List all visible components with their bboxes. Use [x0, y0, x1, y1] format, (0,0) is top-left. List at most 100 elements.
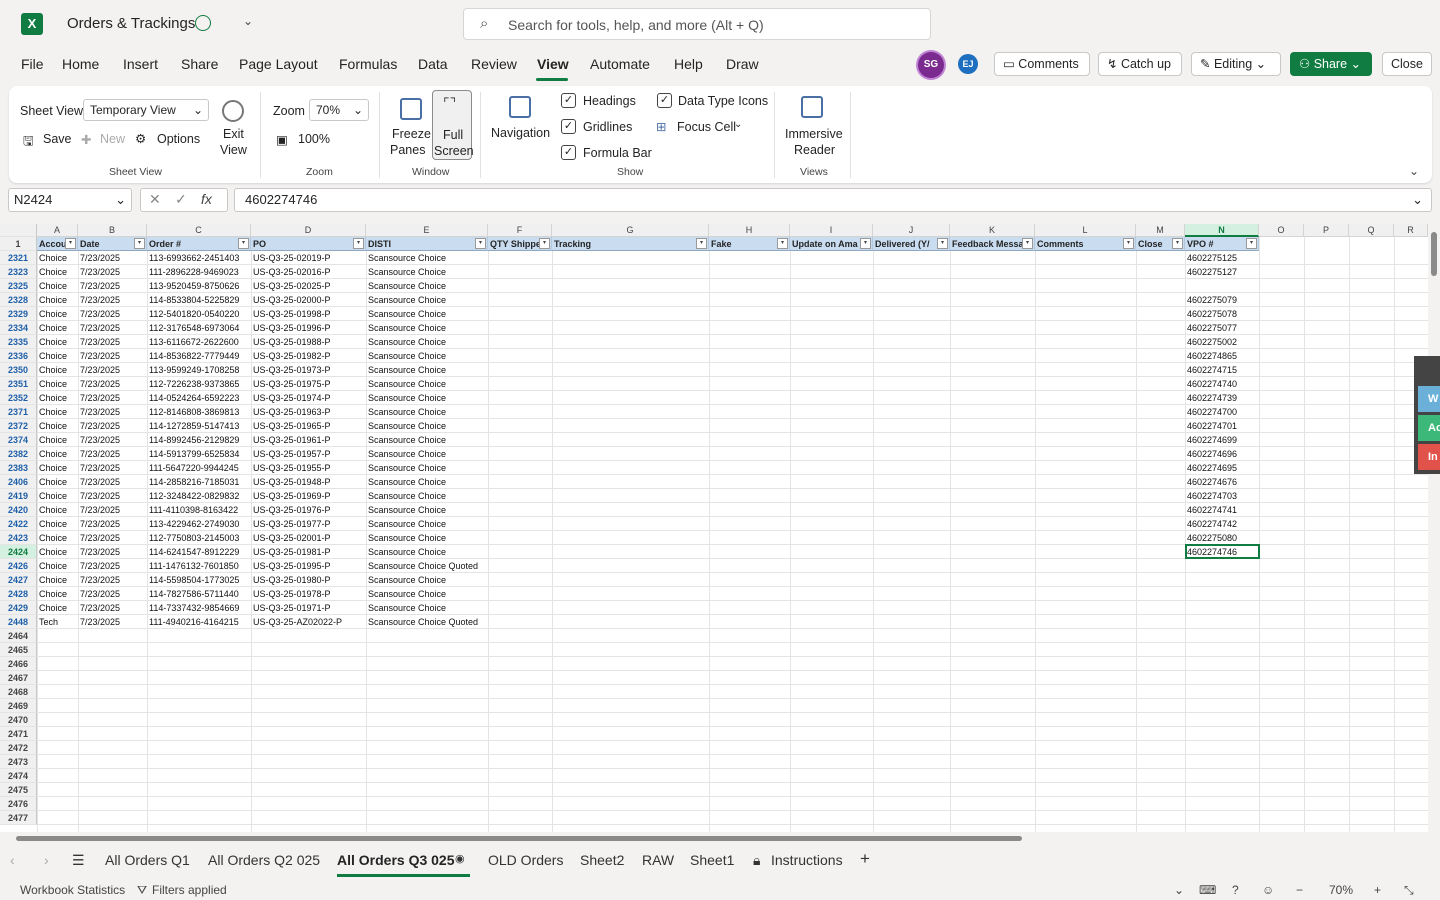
table-cell[interactable]: 7/23/2025 — [78, 517, 147, 531]
row-header[interactable]: 1 — [0, 237, 37, 251]
table-cell[interactable]: Choice — [37, 265, 78, 279]
table-cell[interactable]: 7/23/2025 — [78, 475, 147, 489]
table-cell[interactable]: US-Q3-25-01948-P — [251, 475, 366, 489]
table-cell[interactable]: 7/23/2025 — [78, 601, 147, 615]
table-cell[interactable]: 7/23/2025 — [78, 559, 147, 573]
row-header[interactable]: 2477 — [0, 811, 37, 825]
row-header[interactable]: 2328 — [0, 293, 37, 307]
table-cell[interactable]: 113-9520459-8750626 — [147, 279, 251, 293]
table-cell[interactable]: 7/23/2025 — [78, 587, 147, 601]
freeze-panes-button[interactable]: Freeze — [392, 127, 431, 141]
table-cell[interactable]: 112-5401820-0540220 — [147, 307, 251, 321]
table-cell[interactable]: Scansource Choice — [366, 307, 488, 321]
table-cell[interactable]: US-Q3-25-01971-P — [251, 601, 366, 615]
zoom-out-icon[interactable]: − — [1296, 883, 1303, 897]
table-cell[interactable]: 111-5647220-9944245 — [147, 461, 251, 475]
excel-icon[interactable]: X — [21, 13, 43, 35]
table-cell[interactable]: Choice — [37, 489, 78, 503]
column-header-r[interactable]: R — [1394, 224, 1428, 237]
keyboard-icon[interactable]: ⌨ — [1199, 883, 1216, 897]
table-cell[interactable]: 4602274676 — [1185, 475, 1259, 489]
vertical-scrollbar[interactable] — [1428, 214, 1440, 832]
table-cell[interactable]: Choice — [37, 377, 78, 391]
sheet-tab[interactable]: All Orders Q2 025 — [208, 852, 320, 868]
table-cell[interactable]: 7/23/2025 — [78, 433, 147, 447]
workbook-statistics[interactable]: Workbook Statistics — [20, 883, 125, 897]
table-cell[interactable]: Tech — [37, 615, 78, 629]
column-header-a[interactable]: A — [37, 224, 78, 237]
table-cell[interactable] — [1185, 587, 1259, 601]
table-cell[interactable]: Scansource Choice — [366, 517, 488, 531]
table-cell[interactable]: 4602274865 — [1185, 349, 1259, 363]
table-cell[interactable]: 4602275077 — [1185, 321, 1259, 335]
table-cell[interactable]: US-Q3-25-01982-P — [251, 349, 366, 363]
table-cell[interactable]: 111-4940216-4164215 — [147, 615, 251, 629]
table-cell[interactable]: Scansource Choice — [366, 545, 488, 559]
row-header[interactable]: 2471 — [0, 727, 37, 741]
table-cell[interactable]: 4602274739 — [1185, 391, 1259, 405]
menu-file[interactable]: File — [21, 56, 44, 72]
table-cell[interactable]: US-Q3-25-01974-P — [251, 391, 366, 405]
table-cell[interactable]: 7/23/2025 — [78, 335, 147, 349]
table-cell[interactable]: 7/23/2025 — [78, 503, 147, 517]
filter-dropdown-icon[interactable]: ▾ — [937, 238, 948, 249]
table-cell[interactable]: 7/23/2025 — [78, 447, 147, 461]
table-cell[interactable]: US-Q3-25-01969-P — [251, 489, 366, 503]
column-header-k[interactable]: K — [950, 224, 1035, 237]
row-header[interactable]: 2448 — [0, 615, 37, 629]
table-cell[interactable]: 111-4110398-8163422 — [147, 503, 251, 517]
table-cell[interactable]: Choice — [37, 363, 78, 377]
table-cell[interactable]: US-Q3-25-01988-P — [251, 335, 366, 349]
menu-home[interactable]: Home — [62, 56, 99, 72]
table-cell[interactable]: Scansource Choice — [366, 433, 488, 447]
active-cell[interactable] — [1185, 544, 1260, 559]
comments-button[interactable]: ▭ Comments — [994, 52, 1090, 76]
row-header[interactable]: 2468 — [0, 685, 37, 699]
formula-input[interactable]: 4602274746 ⌄ — [234, 188, 1432, 212]
table-cell[interactable]: 7/23/2025 — [78, 265, 147, 279]
table-cell[interactable]: 4602274700 — [1185, 405, 1259, 419]
table-cell[interactable]: Scansource Choice — [366, 363, 488, 377]
table-cell[interactable]: US-Q3-25-02016-P — [251, 265, 366, 279]
filter-dropdown-icon[interactable]: ▾ — [1246, 238, 1257, 249]
table-cell[interactable]: 112-3248422-0829832 — [147, 489, 251, 503]
table-cell[interactable]: US-Q3-25-01998-P — [251, 307, 366, 321]
name-box[interactable]: N2424 ⌄ — [8, 188, 132, 212]
table-cell[interactable]: 113-4229462-2749030 — [147, 517, 251, 531]
row-header[interactable]: 2382 — [0, 447, 37, 461]
table-cell[interactable]: Choice — [37, 321, 78, 335]
formula-bar-checkbox[interactable]: ✓ — [561, 145, 576, 160]
column-header-l[interactable]: L — [1035, 224, 1136, 237]
table-cell[interactable]: US-Q3-25-01996-P — [251, 321, 366, 335]
table-cell[interactable]: Choice — [37, 531, 78, 545]
row-header[interactable]: 2427 — [0, 573, 37, 587]
sheet-list-icon[interactable]: ☰ — [72, 852, 85, 869]
table-cell[interactable]: 4602274696 — [1185, 447, 1259, 461]
table-cell[interactable]: 7/23/2025 — [78, 349, 147, 363]
table-cell[interactable]: Scansource Choice — [366, 335, 488, 349]
table-cell[interactable]: US-Q3-25-01955-P — [251, 461, 366, 475]
add-sheet-icon[interactable]: + — [860, 849, 870, 869]
full-screen-button[interactable]: ⌜⌝ Full Screen — [432, 90, 474, 160]
table-cell[interactable]: 4602275078 — [1185, 307, 1259, 321]
row-header[interactable]: 2473 — [0, 755, 37, 769]
navigation-button[interactable]: Navigation — [491, 126, 550, 140]
row-header[interactable]: 2334 — [0, 321, 37, 335]
table-cell[interactable]: 4602274742 — [1185, 517, 1259, 531]
sheet-view-select[interactable]: Temporary View ⌄ — [83, 99, 209, 121]
chevron-down-icon[interactable]: ⌄ — [243, 14, 253, 28]
catch-up-button[interactable]: ↯ Catch up — [1098, 52, 1182, 76]
table-cell[interactable]: 7/23/2025 — [78, 545, 147, 559]
chevron-down-icon[interactable]: ⌄ — [734, 119, 742, 130]
feedback-icon[interactable]: ☺ — [1262, 883, 1274, 897]
exit-view-button[interactable]: Exit — [223, 127, 244, 141]
row-header[interactable]: 2323 — [0, 265, 37, 279]
filter-dropdown-icon[interactable]: ▾ — [65, 238, 76, 249]
table-cell[interactable]: US-Q3-25-01981-P — [251, 545, 366, 559]
filter-dropdown-icon[interactable]: ▾ — [238, 238, 249, 249]
menu-help[interactable]: Help — [674, 56, 703, 72]
table-cell[interactable]: 114-8533804-5225829 — [147, 293, 251, 307]
table-cell[interactable]: 4602274695 — [1185, 461, 1259, 475]
row-header[interactable]: 2336 — [0, 349, 37, 363]
data-type-icons-checkbox[interactable]: ✓ — [657, 93, 672, 108]
